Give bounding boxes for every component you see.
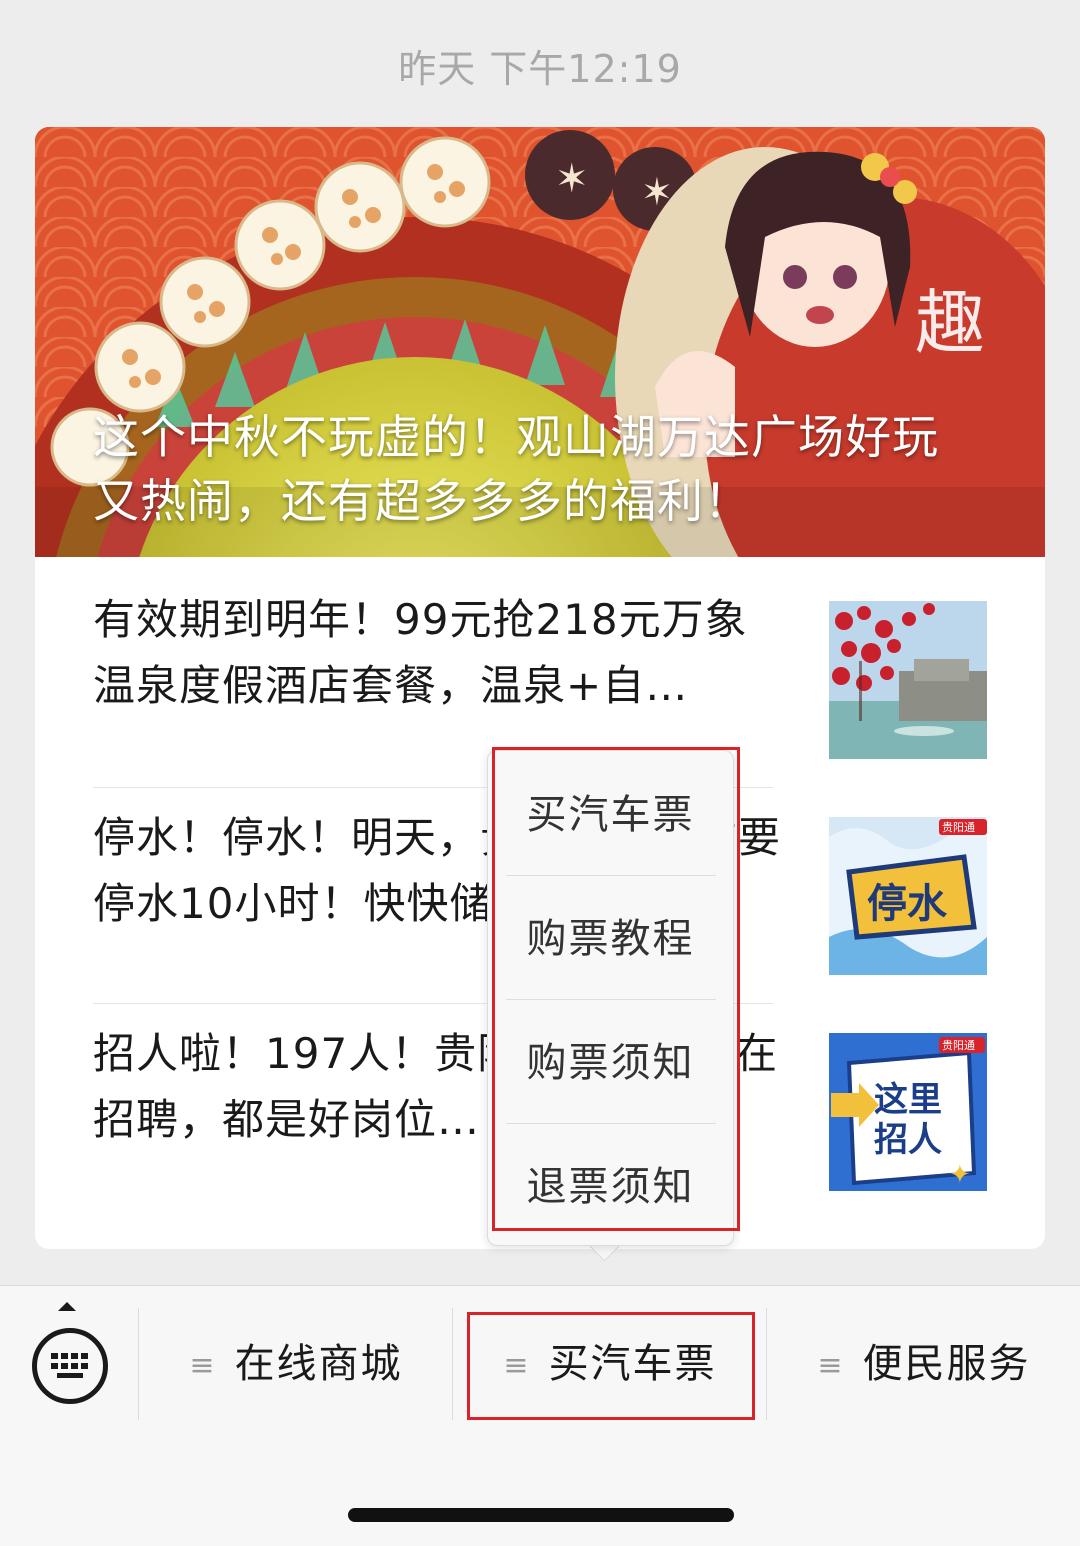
submenu-popup: 买汽车票 购票教程 购票须知 退票须知 [487, 750, 734, 1246]
menu-item-online-mall[interactable]: ≡ 在线商城 [140, 1308, 452, 1420]
menu-item-label: 便民服务 [862, 1341, 1031, 1387]
svg-text:招人: 招人 [874, 1120, 942, 1160]
message-timestamp: 昨天 下午12:19 [398, 47, 682, 91]
svg-text:贵阳通: 贵阳通 [942, 821, 975, 834]
cover-article[interactable]: ✶ ✶ 趣 这个中秋不玩虚的！观山湖万达广场好玩又热闹，还有超多多多的福利！ [35, 127, 1045, 557]
svg-text:贵阳通: 贵阳通 [942, 1039, 975, 1052]
menu-separator [766, 1308, 767, 1420]
submenu-item-refund-notice[interactable]: 退票须知 [488, 1125, 733, 1249]
cover-title: 这个中秋不玩虚的！观山湖万达广场好玩又热闹，还有超多多多的福利！ [93, 410, 939, 528]
submenu-item-purchase-tutorial[interactable]: 购票教程 [488, 877, 733, 1001]
menu-item-buy-bus-ticket[interactable]: ≡ 买汽车票 [454, 1308, 766, 1420]
menu-item-label: 在线商城 [234, 1341, 403, 1387]
bottom-menu-bar: ≡ 在线商城 ≡ 买汽车票 ≡ 便民服务 [0, 1285, 1080, 1546]
menu-separator [138, 1308, 139, 1420]
svg-text:这里: 这里 [874, 1080, 942, 1120]
home-indicator [348, 1508, 734, 1522]
svg-text:✶: ✶ [555, 156, 589, 202]
keyboard-icon[interactable] [32, 1328, 108, 1404]
svg-text:停水: 停水 [867, 881, 948, 927]
svg-text:趣: 趣 [915, 282, 985, 364]
menu-list-icon: ≡ [189, 1348, 217, 1383]
submenu-divider [506, 1123, 716, 1124]
hot-spring-photo [829, 601, 987, 759]
submenu-divider [506, 999, 716, 1000]
menu-item-convenience-services[interactable]: ≡ 便民服务 [768, 1308, 1080, 1420]
svg-text:✦: ✦ [949, 1160, 971, 1190]
submenu-item-purchase-notice[interactable]: 购票须知 [488, 1001, 733, 1125]
caret-up-icon [58, 1302, 76, 1311]
menu-list-icon: ≡ [817, 1348, 845, 1383]
hiring-poster: 这里 招人 贵阳通 ✦ [829, 1033, 987, 1191]
menu-item-label: 买汽车票 [548, 1341, 717, 1387]
menu-list-icon: ≡ [503, 1348, 531, 1383]
submenu-divider [506, 875, 716, 876]
submenu-item-buy-ticket[interactable]: 买汽车票 [488, 753, 733, 877]
article-title: 有效期到明年！99元抢218元万象温泉度假酒店套餐，温泉+自… [93, 595, 748, 710]
menu-separator [452, 1308, 453, 1420]
water-outage-poster: 停水 贵阳通 [829, 817, 987, 975]
